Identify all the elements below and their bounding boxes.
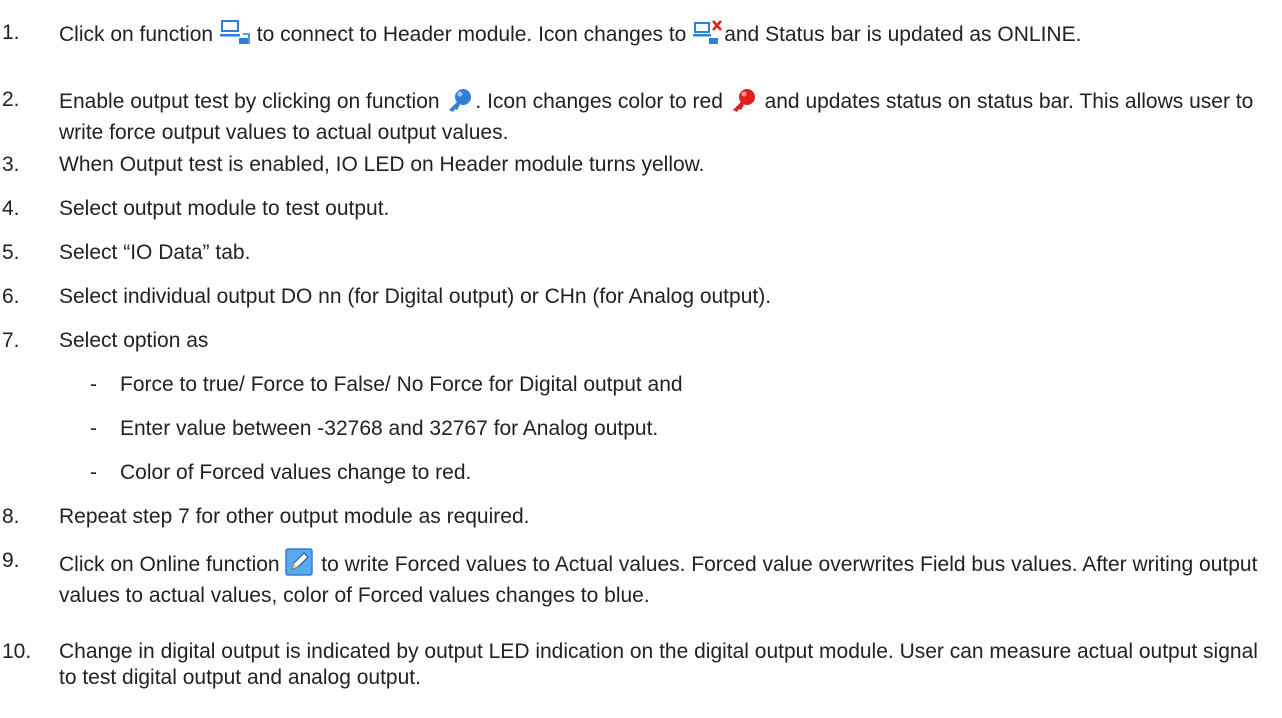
step-text-part: and Status bar is updated as ONLINE. <box>724 23 1082 46</box>
step-number: 10. <box>2 640 32 663</box>
step-text: When Output test is enabled, IO LED on H… <box>59 153 705 176</box>
step-text: Change in digital output is indicated by… <box>59 640 1258 689</box>
step-number: 9. <box>2 549 20 572</box>
step-text-part: Click on Online function <box>59 553 286 576</box>
step-number: 6. <box>2 285 20 308</box>
step-text: Click on function to connect to Header m… <box>59 20 1270 53</box>
step-number: 2. <box>2 88 20 111</box>
step-text: Click on Online function to write Forced… <box>59 548 1270 609</box>
step-number: 3. <box>2 153 20 176</box>
step-number: 7. <box>2 329 20 352</box>
step-text-part: Click on function <box>59 23 219 46</box>
step-text: Select option as <box>59 329 209 352</box>
bullet-dash: - <box>90 461 97 484</box>
step-number: 5. <box>2 241 20 264</box>
step-text-part: Enable output test by clicking on functi… <box>59 90 446 113</box>
key-blue-icon <box>445 87 475 120</box>
step-number: 1. <box>2 21 20 44</box>
key-red-icon <box>729 87 759 120</box>
connect-icon <box>219 20 251 53</box>
step-text: Select individual output DO nn (for Digi… <box>59 285 772 308</box>
edit-write-icon <box>285 548 315 583</box>
bullet-dash: - <box>90 417 97 440</box>
disconnect-icon <box>692 20 724 53</box>
sub-item-text: Color of Forced values change to red. <box>120 461 472 484</box>
bullet-dash: - <box>90 373 97 396</box>
step-text-part: . Icon changes color to red <box>475 90 729 113</box>
step-number: 4. <box>2 197 20 220</box>
instruction-document: 1. Click on function to connect to Heade… <box>0 0 1282 718</box>
sub-item-text: Force to true/ Force to False/ No Force … <box>120 373 683 396</box>
sub-item-text: Enter value between -32768 and 32767 for… <box>120 417 659 440</box>
step-text: Repeat step 7 for other output module as… <box>59 505 530 528</box>
step-text-part: to connect to Header module. Icon change… <box>250 23 693 46</box>
step-text: Select output module to test output. <box>59 197 390 220</box>
step-text: Enable output test by clicking on functi… <box>59 87 1270 146</box>
step-text: Select “IO Data” tab. <box>59 241 251 264</box>
step-number: 8. <box>2 505 20 528</box>
